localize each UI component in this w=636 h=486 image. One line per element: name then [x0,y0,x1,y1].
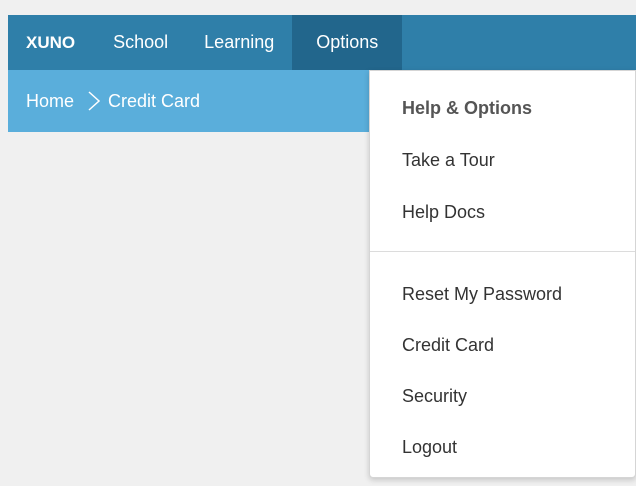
chevron-right-icon [88,91,101,111]
menu-divider [370,251,635,252]
nav-item-options[interactable]: Options [292,15,403,70]
menu-item-logout[interactable]: Logout [402,437,457,458]
breadcrumb-current: Credit Card [108,90,201,111]
options-dropdown-menu: Help & Options Take a Tour Help Docs Res… [369,70,636,478]
menu-item-reset-password[interactable]: Reset My Password [402,284,562,305]
menu-item-credit-card[interactable]: Credit Card [402,335,494,356]
menu-item-take-a-tour[interactable]: Take a Tour [402,150,495,171]
app-page: XUNO School Learning Options Home Credit… [8,15,636,486]
dropdown-header: Help & Options [402,98,532,118]
nav-item-school[interactable]: School [95,15,186,70]
menu-item-help-docs[interactable]: Help Docs [402,202,485,223]
breadcrumb-home[interactable]: Home [26,91,74,112]
menu-item-security[interactable]: Security [402,386,467,407]
top-navbar: XUNO School Learning Options [8,15,636,70]
nav-item-learning[interactable]: Learning [186,15,292,70]
xuno-logo[interactable]: XUNO [8,15,95,70]
